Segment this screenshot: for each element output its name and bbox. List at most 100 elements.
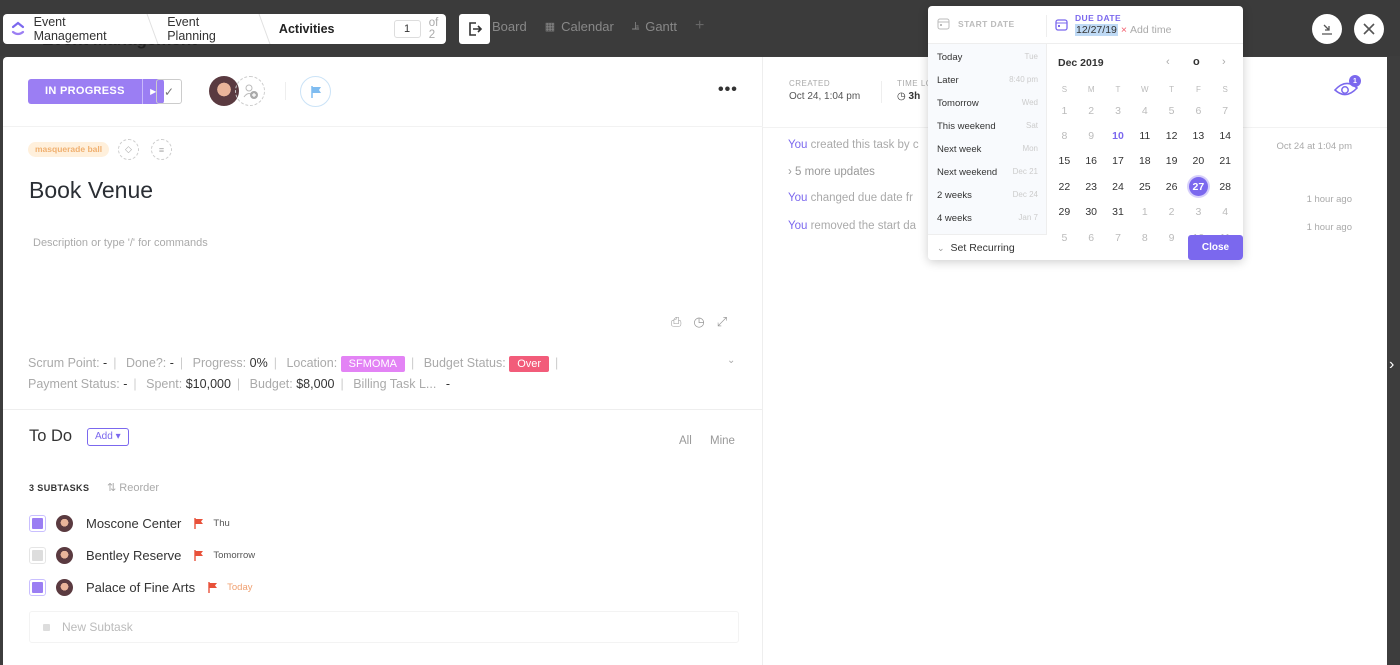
due-date-field[interactable]: DUE DATE 12/27/19 × Add time [1055, 13, 1171, 36]
calendar-day[interactable]: 4 [1212, 200, 1239, 225]
calendar-day[interactable]: 30 [1078, 200, 1105, 225]
subtask-checkbox[interactable] [29, 514, 46, 532]
calendar-day[interactable]: 22 [1051, 174, 1078, 199]
subtask-due-date[interactable]: Tomorrow [213, 550, 255, 561]
subtask-name[interactable]: Bentley Reserve [86, 548, 181, 563]
expand-icon[interactable]: ⤢ [717, 314, 727, 330]
calendar-day[interactable]: 25 [1131, 174, 1158, 199]
calendar-day[interactable]: 9 [1078, 123, 1105, 148]
calendar-day[interactable]: 24 [1105, 174, 1132, 199]
flag-icon[interactable] [194, 517, 204, 529]
expand-fields-chevron-icon[interactable]: ⌄ [727, 355, 735, 366]
description-input[interactable]: Description or type '/' for commands [33, 237, 208, 249]
breadcrumb-folder[interactable]: Event Planning [153, 14, 265, 44]
calendar-day[interactable]: 21 [1212, 149, 1239, 174]
quick-option-this-weekend[interactable]: This weekend Sat [937, 121, 1038, 132]
history-icon[interactable]: ◷ [693, 314, 704, 330]
subtask-name[interactable]: Moscone Center [86, 516, 181, 531]
calendar-day[interactable]: 4 [1131, 98, 1158, 123]
filter-all[interactable]: All [679, 435, 692, 447]
quick-option-later[interactable]: Later 8:40 pm [937, 75, 1038, 86]
tab-board[interactable]: Board [492, 19, 527, 34]
calendar-day[interactable]: 12 [1158, 123, 1185, 148]
calendar-day[interactable]: 20 [1185, 149, 1212, 174]
calendar-day[interactable]: 1 [1131, 200, 1158, 225]
time-logged-value[interactable]: ◷ 3h [897, 91, 920, 102]
quick-option-today[interactable]: Today Tue [937, 52, 1038, 63]
calendar-day[interactable]: 8 [1051, 123, 1078, 148]
calendar-day[interactable]: 11 [1131, 123, 1158, 148]
calendar-day[interactable]: 3 [1185, 200, 1212, 225]
set-recurring-button[interactable]: ⌄ Set Recurring [928, 234, 1047, 260]
priority-button[interactable] [300, 76, 331, 107]
tag-masquerade-ball[interactable]: masquerade ball [28, 142, 110, 157]
subtask-name[interactable]: Palace of Fine Arts [86, 580, 195, 595]
budget-value[interactable]: $8,000 [296, 377, 334, 391]
calendar-day[interactable]: 6 [1078, 225, 1105, 250]
today-button[interactable]: o [1193, 56, 1200, 68]
calendar-day[interactable]: 31 [1105, 200, 1132, 225]
filter-mine[interactable]: Mine [710, 435, 735, 447]
scrum-point-value[interactable]: - [103, 356, 107, 370]
calendar-day[interactable]: 26 [1158, 174, 1185, 199]
clear-due-date-icon[interactable]: × [1121, 24, 1127, 36]
breadcrumb-list[interactable]: Activities [265, 14, 357, 44]
complete-task-button[interactable]: ✓ [156, 79, 182, 104]
breadcrumb-space[interactable]: Event Management [34, 14, 154, 44]
subtask-due-date[interactable]: Thu [213, 518, 229, 529]
calendar-day[interactable]: 6 [1185, 98, 1212, 123]
calendar-day[interactable]: 18 [1131, 149, 1158, 174]
quick-option-next-week[interactable]: Next week Mon [937, 144, 1038, 155]
page-number-input[interactable]: 1 [393, 20, 421, 38]
calendar-day[interactable]: 9 [1158, 225, 1185, 250]
minimize-button[interactable] [1312, 14, 1342, 44]
payment-status-value[interactable]: - [123, 377, 127, 391]
more-updates-link[interactable]: › 5 more updates [788, 166, 875, 178]
clickup-logo-icon[interactable] [3, 21, 34, 37]
subtask-due-date[interactable]: Today [227, 582, 252, 593]
quick-option-4-weeks[interactable]: 4 weeks Jan 7 [937, 213, 1038, 224]
next-month-button[interactable]: › [1222, 56, 1226, 68]
reorder-button[interactable]: ⇅ Reorder [107, 481, 159, 494]
budget-status-pill[interactable]: Over [509, 356, 550, 372]
tab-gantt[interactable]: ⫡ Gantt [632, 19, 677, 34]
subtask-row[interactable]: Moscone Center Thu [29, 512, 729, 534]
calendar-day[interactable]: 7 [1212, 98, 1239, 123]
calendar-day[interactable]: 23 [1078, 174, 1105, 199]
due-date-input[interactable]: 12/27/19 [1075, 24, 1118, 36]
calendar-day[interactable]: 13 [1185, 123, 1212, 148]
subtask-checkbox[interactable] [29, 546, 46, 564]
calendar-day[interactable]: 17 [1105, 149, 1132, 174]
calendar-day[interactable]: 28 [1212, 174, 1239, 199]
prev-month-button[interactable]: ‹ [1166, 56, 1170, 68]
status-label[interactable]: IN PROGRESS [28, 79, 142, 104]
calendar-day[interactable]: 1 [1051, 98, 1078, 123]
calendar-day-selected[interactable]: 27 [1185, 174, 1212, 199]
exit-button[interactable] [459, 14, 490, 44]
calendar-day[interactable]: 29 [1051, 200, 1078, 225]
calendar-day[interactable]: 10 [1105, 123, 1132, 148]
more-options-button[interactable]: ••• [718, 81, 738, 99]
flag-icon[interactable] [208, 581, 218, 593]
calendar-day[interactable]: 2 [1078, 98, 1105, 123]
calendar-day[interactable]: 15 [1051, 149, 1078, 174]
next-task-arrow-icon[interactable]: › [1389, 356, 1394, 374]
task-title[interactable]: Book Venue [29, 177, 153, 204]
billing-value[interactable]: - [446, 377, 450, 391]
calendar-day[interactable]: 8 [1131, 225, 1158, 250]
tab-calendar[interactable]: ▦ Calendar [545, 19, 614, 34]
calendar-day[interactable]: 5 [1051, 225, 1078, 250]
subtask-checkbox[interactable] [29, 578, 46, 596]
start-date-field[interactable]: START DATE [937, 17, 1015, 30]
status-button[interactable]: IN PROGRESS ▶ [28, 79, 164, 104]
quick-option-2-weeks[interactable]: 2 weeks Dec 24 [937, 190, 1038, 201]
close-button[interactable]: Close [1188, 235, 1243, 260]
calendar-day[interactable]: 16 [1078, 149, 1105, 174]
add-time-input[interactable]: Add time [1130, 24, 1171, 36]
quick-option-next-weekend[interactable]: Next weekend Dec 21 [937, 167, 1038, 178]
subtask-row[interactable]: Palace of Fine Arts Today [29, 576, 729, 598]
calendar-day[interactable]: 7 [1105, 225, 1132, 250]
location-pill[interactable]: SFMOMA [340, 356, 405, 372]
quick-option-tomorrow[interactable]: Tomorrow Wed [937, 98, 1038, 109]
add-button[interactable]: Add ▾ [87, 428, 129, 446]
